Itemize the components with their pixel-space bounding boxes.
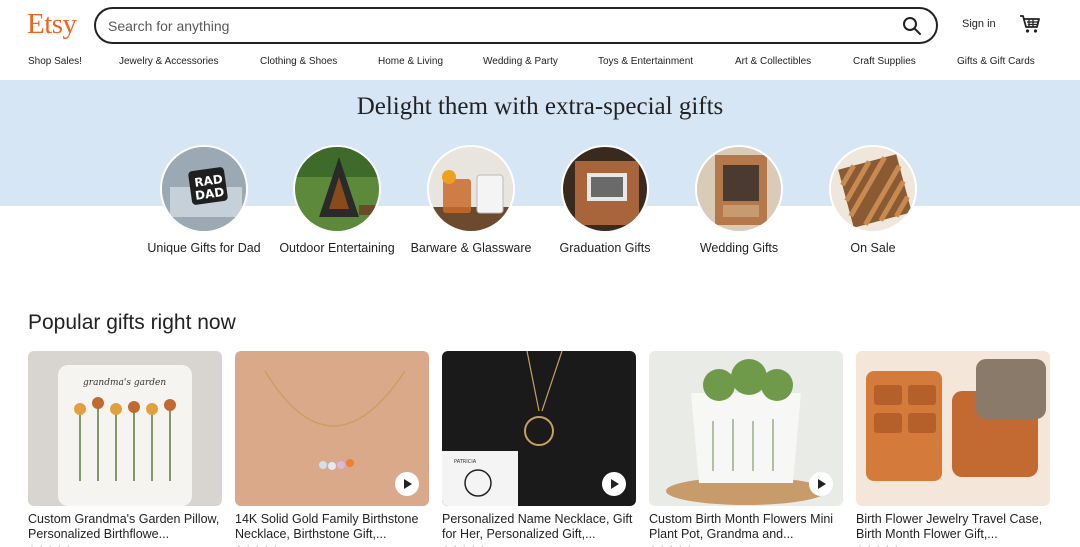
category-image [695, 145, 783, 233]
product-card[interactable]: PATRICIA Personalized Name Necklace, Gif… [442, 351, 636, 547]
product-title[interactable]: 14K Solid Gold Family Birthstone Necklac… [235, 512, 429, 542]
category-graduation-gifts[interactable]: Graduation Gifts [530, 145, 680, 256]
site-header: Etsy Sign in [0, 0, 1080, 50]
svg-text:PATRICIA: PATRICIA [454, 459, 477, 465]
product-card[interactable]: Birth Flower Jewelry Travel Case, Birth … [856, 351, 1050, 547]
nav-home-living[interactable]: Home & Living [378, 56, 443, 67]
play-video-icon[interactable] [395, 472, 419, 496]
category-label: Outdoor Entertaining [279, 241, 395, 255]
category-label: Graduation Gifts [559, 241, 651, 255]
category-image [293, 145, 381, 233]
rating-stars: ★★★★★ [442, 543, 636, 547]
hero-title: Delight them with extra-special gifts [356, 93, 724, 120]
play-video-icon[interactable] [809, 472, 833, 496]
nav-jewelry-accessories[interactable]: Jewelry & Accessories [119, 56, 218, 67]
category-label: Unique Gifts for Dad [147, 241, 261, 255]
category-label: On Sale [850, 241, 896, 255]
play-video-icon[interactable] [602, 472, 626, 496]
nav-craft-supplies[interactable]: Craft Supplies [853, 56, 916, 67]
search-icon[interactable] [902, 16, 922, 36]
product-title[interactable]: Custom Birth Month Flowers Mini Plant Po… [649, 512, 843, 542]
category-image [829, 145, 917, 233]
category-on-sale[interactable]: On Sale [798, 145, 948, 256]
nav-art-collectibles[interactable]: Art & Collectibles [735, 56, 811, 67]
category-wedding-gifts[interactable]: Wedding Gifts [664, 145, 814, 256]
category-nav: Shop Sales! Jewelry & Accessories Clothi… [0, 56, 1080, 72]
product-title[interactable]: Custom Grandma's Garden Pillow, Personal… [28, 512, 222, 542]
product-image[interactable] [235, 351, 429, 506]
cart-icon[interactable] [1019, 14, 1041, 34]
rating-stars: ★★★★★ [28, 543, 222, 547]
search-input[interactable] [108, 16, 868, 36]
sign-in-link[interactable]: Sign in [962, 18, 996, 30]
nav-clothing-shoes[interactable]: Clothing & Shoes [260, 56, 337, 67]
svg-text:grandma's garden: grandma's garden [83, 378, 166, 388]
nav-toys-entertainment[interactable]: Toys & Entertainment [598, 56, 693, 67]
rating-stars: ★★★★★ [856, 543, 1050, 547]
category-barware-glassware[interactable]: Barware & Glassware [396, 145, 546, 256]
product-title[interactable]: Personalized Name Necklace, Gift for Her… [442, 512, 636, 542]
etsy-logo[interactable]: Etsy [27, 8, 77, 41]
category-image [427, 145, 515, 233]
rating-stars: ★★★★★ [649, 543, 843, 547]
category-label: Wedding Gifts [699, 241, 779, 255]
nav-wedding-party[interactable]: Wedding & Party [483, 56, 558, 67]
rating-stars: ★★★★★ [235, 543, 429, 547]
category-label: Barware & Glassware [410, 241, 532, 255]
product-card[interactable]: 14K Solid Gold Family Birthstone Necklac… [235, 351, 429, 547]
product-card[interactable]: grandma's garden Custom Grandma's Garden… [28, 351, 222, 547]
category-outdoor-entertaining[interactable]: Outdoor Entertaining [262, 145, 412, 256]
product-image[interactable] [856, 351, 1050, 506]
category-unique-gifts-dad[interactable]: RAD DAD Unique Gifts for Dad [129, 145, 279, 256]
category-image: RAD DAD [160, 145, 248, 233]
product-title[interactable]: Birth Flower Jewelry Travel Case, Birth … [856, 512, 1050, 542]
product-image[interactable]: grandma's garden [28, 351, 222, 506]
product-card[interactable]: Custom Birth Month Flowers Mini Plant Po… [649, 351, 843, 547]
nav-shop-sales[interactable]: Shop Sales! [28, 56, 82, 67]
category-image [561, 145, 649, 233]
nav-gifts-gift-cards[interactable]: Gifts & Gift Cards [957, 56, 1035, 67]
popular-gifts-heading: Popular gifts right now [28, 311, 236, 334]
product-image[interactable]: PATRICIA [442, 351, 636, 506]
search-bar [94, 7, 938, 44]
product-image[interactable] [649, 351, 843, 506]
